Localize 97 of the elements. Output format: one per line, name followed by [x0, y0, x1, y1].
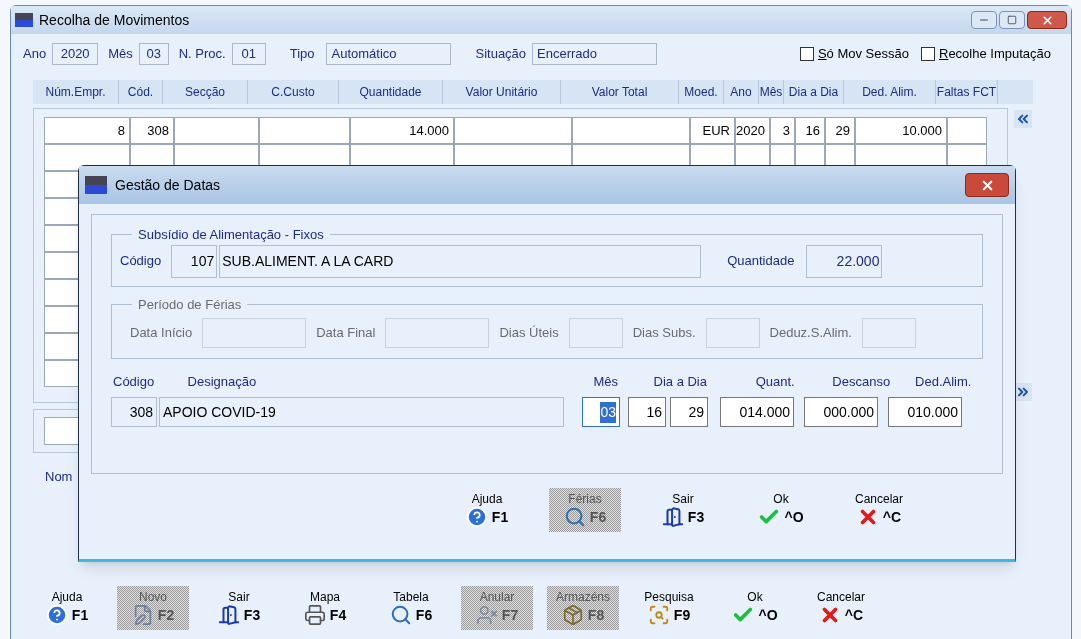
close-button[interactable]	[965, 173, 1009, 197]
group-legend: Período de Férias	[132, 294, 248, 314]
help-icon	[465, 506, 488, 528]
column-header[interactable]: Valor Total	[561, 80, 679, 104]
checkbox[interactable]	[921, 47, 935, 61]
field-label: Deduz.S.Alim.	[769, 324, 852, 343]
table-cell: 8	[44, 117, 130, 144]
column-header[interactable]: C.Custo	[248, 80, 339, 104]
column-header[interactable]: Quantidade	[339, 80, 443, 104]
maximize-icon	[1007, 15, 1017, 25]
field-label: Dias Úteis	[499, 324, 559, 343]
table-cell: 3	[770, 117, 795, 144]
column-header[interactable]: Faltas FCT	[936, 80, 998, 104]
column-label: Descanso	[831, 372, 892, 391]
group-legend: Subsídio de Alimentação - Fixos	[132, 225, 330, 245]
toolbar-button[interactable]: Ajuda F1	[31, 586, 103, 630]
toolbar-button[interactable]: Ok ^O	[719, 586, 791, 630]
field-label: Mês	[108, 45, 133, 64]
column-label: Dia a Dia	[652, 372, 708, 391]
readonly-field: APOIO COVID-19	[159, 397, 564, 427]
column-header[interactable]: Cód.	[119, 80, 163, 104]
checkbox[interactable]	[799, 47, 814, 61]
column-header[interactable]: Núm.Empr.	[33, 80, 119, 104]
table-cell: 29	[825, 117, 855, 144]
search-icon	[647, 604, 670, 626]
input-field[interactable]: 000.000	[804, 397, 878, 427]
door-icon	[217, 604, 240, 626]
column-label: Código	[112, 372, 156, 391]
app-logo-icon	[15, 13, 33, 27]
toolbar-button[interactable]: Sair F3	[647, 488, 719, 532]
input-field[interactable]: 010.000	[888, 397, 962, 427]
magnifier-icon	[389, 604, 412, 626]
input-field[interactable]: 16	[628, 397, 666, 427]
column-header[interactable]: Secção	[163, 80, 248, 104]
table-cell: 14.000	[350, 117, 454, 144]
toolbar-button[interactable]: Cancelar ^C	[805, 586, 877, 630]
readonly-field: 308	[111, 397, 157, 427]
toolbar-button[interactable]: Cancelar ^C	[843, 488, 915, 532]
table-cell	[947, 117, 987, 144]
table-cell: 10.000	[855, 117, 947, 144]
column-header[interactable]: Valor Unitário	[443, 80, 561, 104]
app-logo-icon	[85, 176, 107, 194]
checkbox-label: Só Mov Sessão	[817, 45, 909, 64]
toolbar-button[interactable]: Tabela F6	[375, 586, 447, 630]
toolbar-button[interactable]: Mapa F4	[289, 586, 361, 630]
toolbar-button[interactable]: Ok ^O	[745, 488, 817, 532]
table-cell: 2020	[735, 117, 770, 144]
column-header[interactable]: Ano	[724, 80, 759, 104]
maximize-button[interactable]	[999, 11, 1025, 29]
column-header[interactable]: Ded. Alim.	[844, 80, 936, 104]
close-button[interactable]	[1027, 11, 1067, 29]
field-label: Código	[120, 252, 162, 271]
code-field: 107	[171, 244, 218, 278]
field-label: N. Proc.	[178, 45, 226, 64]
header-field[interactable]: 2020	[52, 43, 99, 65]
column-label: Ded.Alim.	[914, 372, 973, 391]
header-field[interactable]: 03	[138, 43, 169, 65]
toolbar-button[interactable]: Pesquisa F9	[633, 586, 705, 630]
header-field[interactable]: 01	[231, 43, 266, 65]
help-icon	[45, 604, 68, 626]
field-label: Data Início	[130, 324, 193, 343]
door-icon	[661, 506, 684, 528]
table-cell: 308	[130, 117, 174, 144]
header-field[interactable]: Encerrado	[532, 43, 658, 65]
minimize-button[interactable]	[971, 11, 997, 29]
input-field[interactable]: 03	[582, 397, 620, 427]
package-icon	[561, 604, 584, 626]
description-field: SUB.ALIMENT. A LA CARD	[219, 244, 702, 278]
scroll-left-button[interactable]	[1014, 110, 1032, 128]
column-label: Designação	[187, 372, 258, 391]
person-icon	[475, 604, 498, 626]
table-cell: 16	[795, 117, 825, 144]
window-title: Recolha de Movimentos	[39, 10, 190, 30]
field-label: Nom	[45, 468, 74, 486]
toolbar-button[interactable]: Ajuda F1	[451, 488, 523, 532]
toolbar-button[interactable]: Sair F3	[203, 586, 275, 630]
checkbox-label: Recolhe Imputação	[939, 45, 1051, 64]
close-icon	[1040, 13, 1054, 27]
input-field[interactable]: 29	[670, 397, 708, 427]
table-cell: EUR	[690, 117, 735, 144]
column-header[interactable]: Moed.	[679, 80, 724, 104]
field-label: Ano	[23, 45, 47, 64]
header-field[interactable]: Automático	[326, 43, 452, 65]
field-label: Tipo	[289, 45, 315, 64]
field-label: Situação	[475, 45, 527, 64]
column-header[interactable]: Mês	[759, 80, 784, 104]
column-label: Mês	[592, 372, 619, 391]
field-label: Dias Subs.	[632, 324, 696, 343]
column-header[interactable]: Dia a Dia	[784, 80, 844, 104]
magnifier-icon	[563, 506, 586, 528]
column-label: Quant.	[754, 372, 796, 391]
quantity-field: 22.000	[806, 244, 883, 278]
field-label: Quantidade	[727, 252, 795, 271]
printer-icon	[303, 604, 326, 626]
dialog-title: Gestão de Datas	[115, 175, 221, 195]
field-label: Data Final	[316, 324, 376, 343]
input-field[interactable]: 014.000	[720, 397, 794, 427]
